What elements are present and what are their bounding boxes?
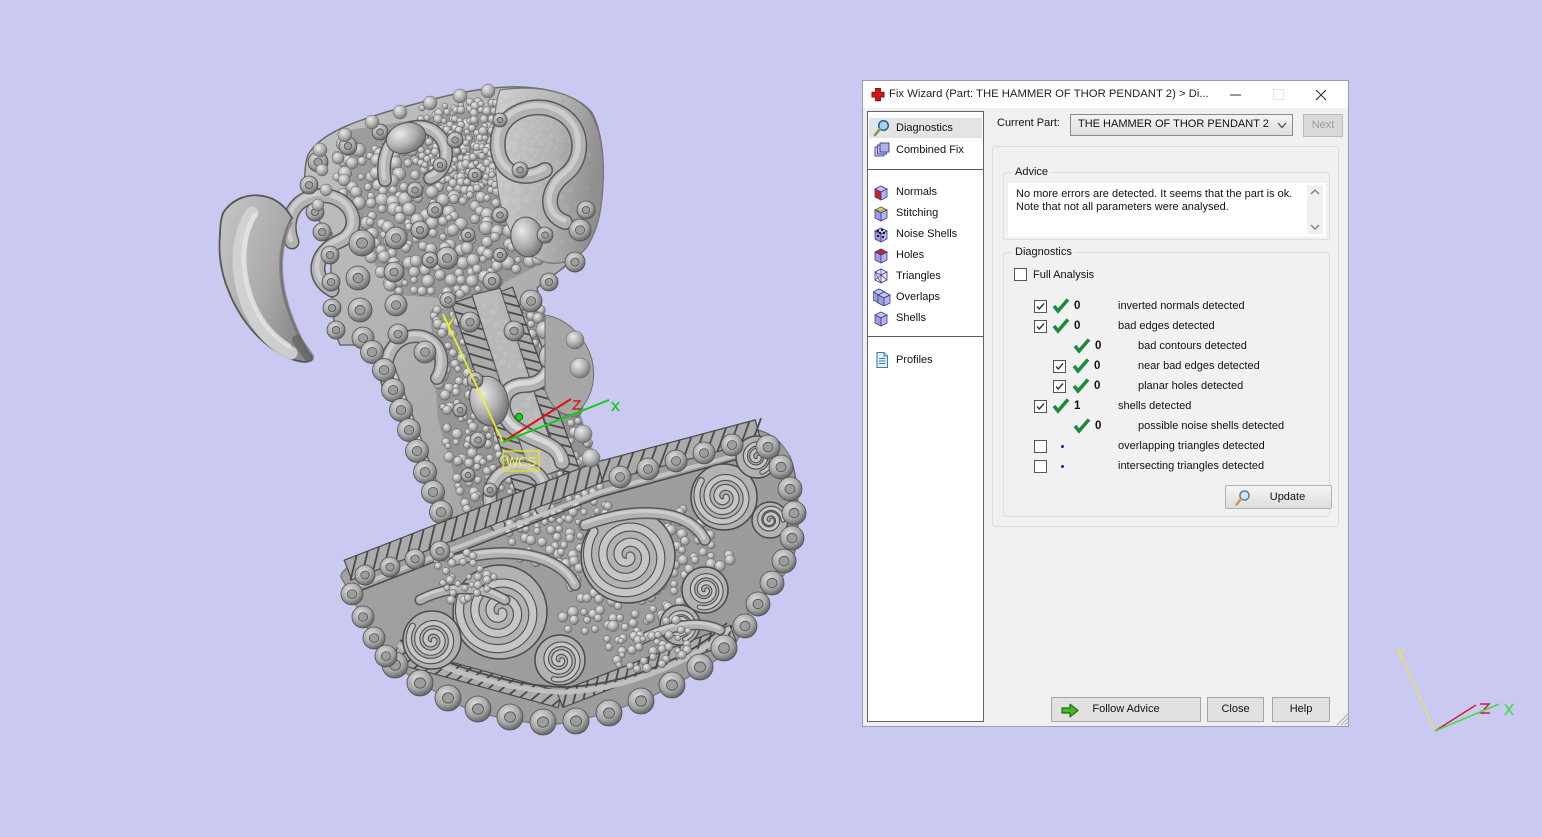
svg-text:WCS: WCS — [506, 454, 537, 469]
